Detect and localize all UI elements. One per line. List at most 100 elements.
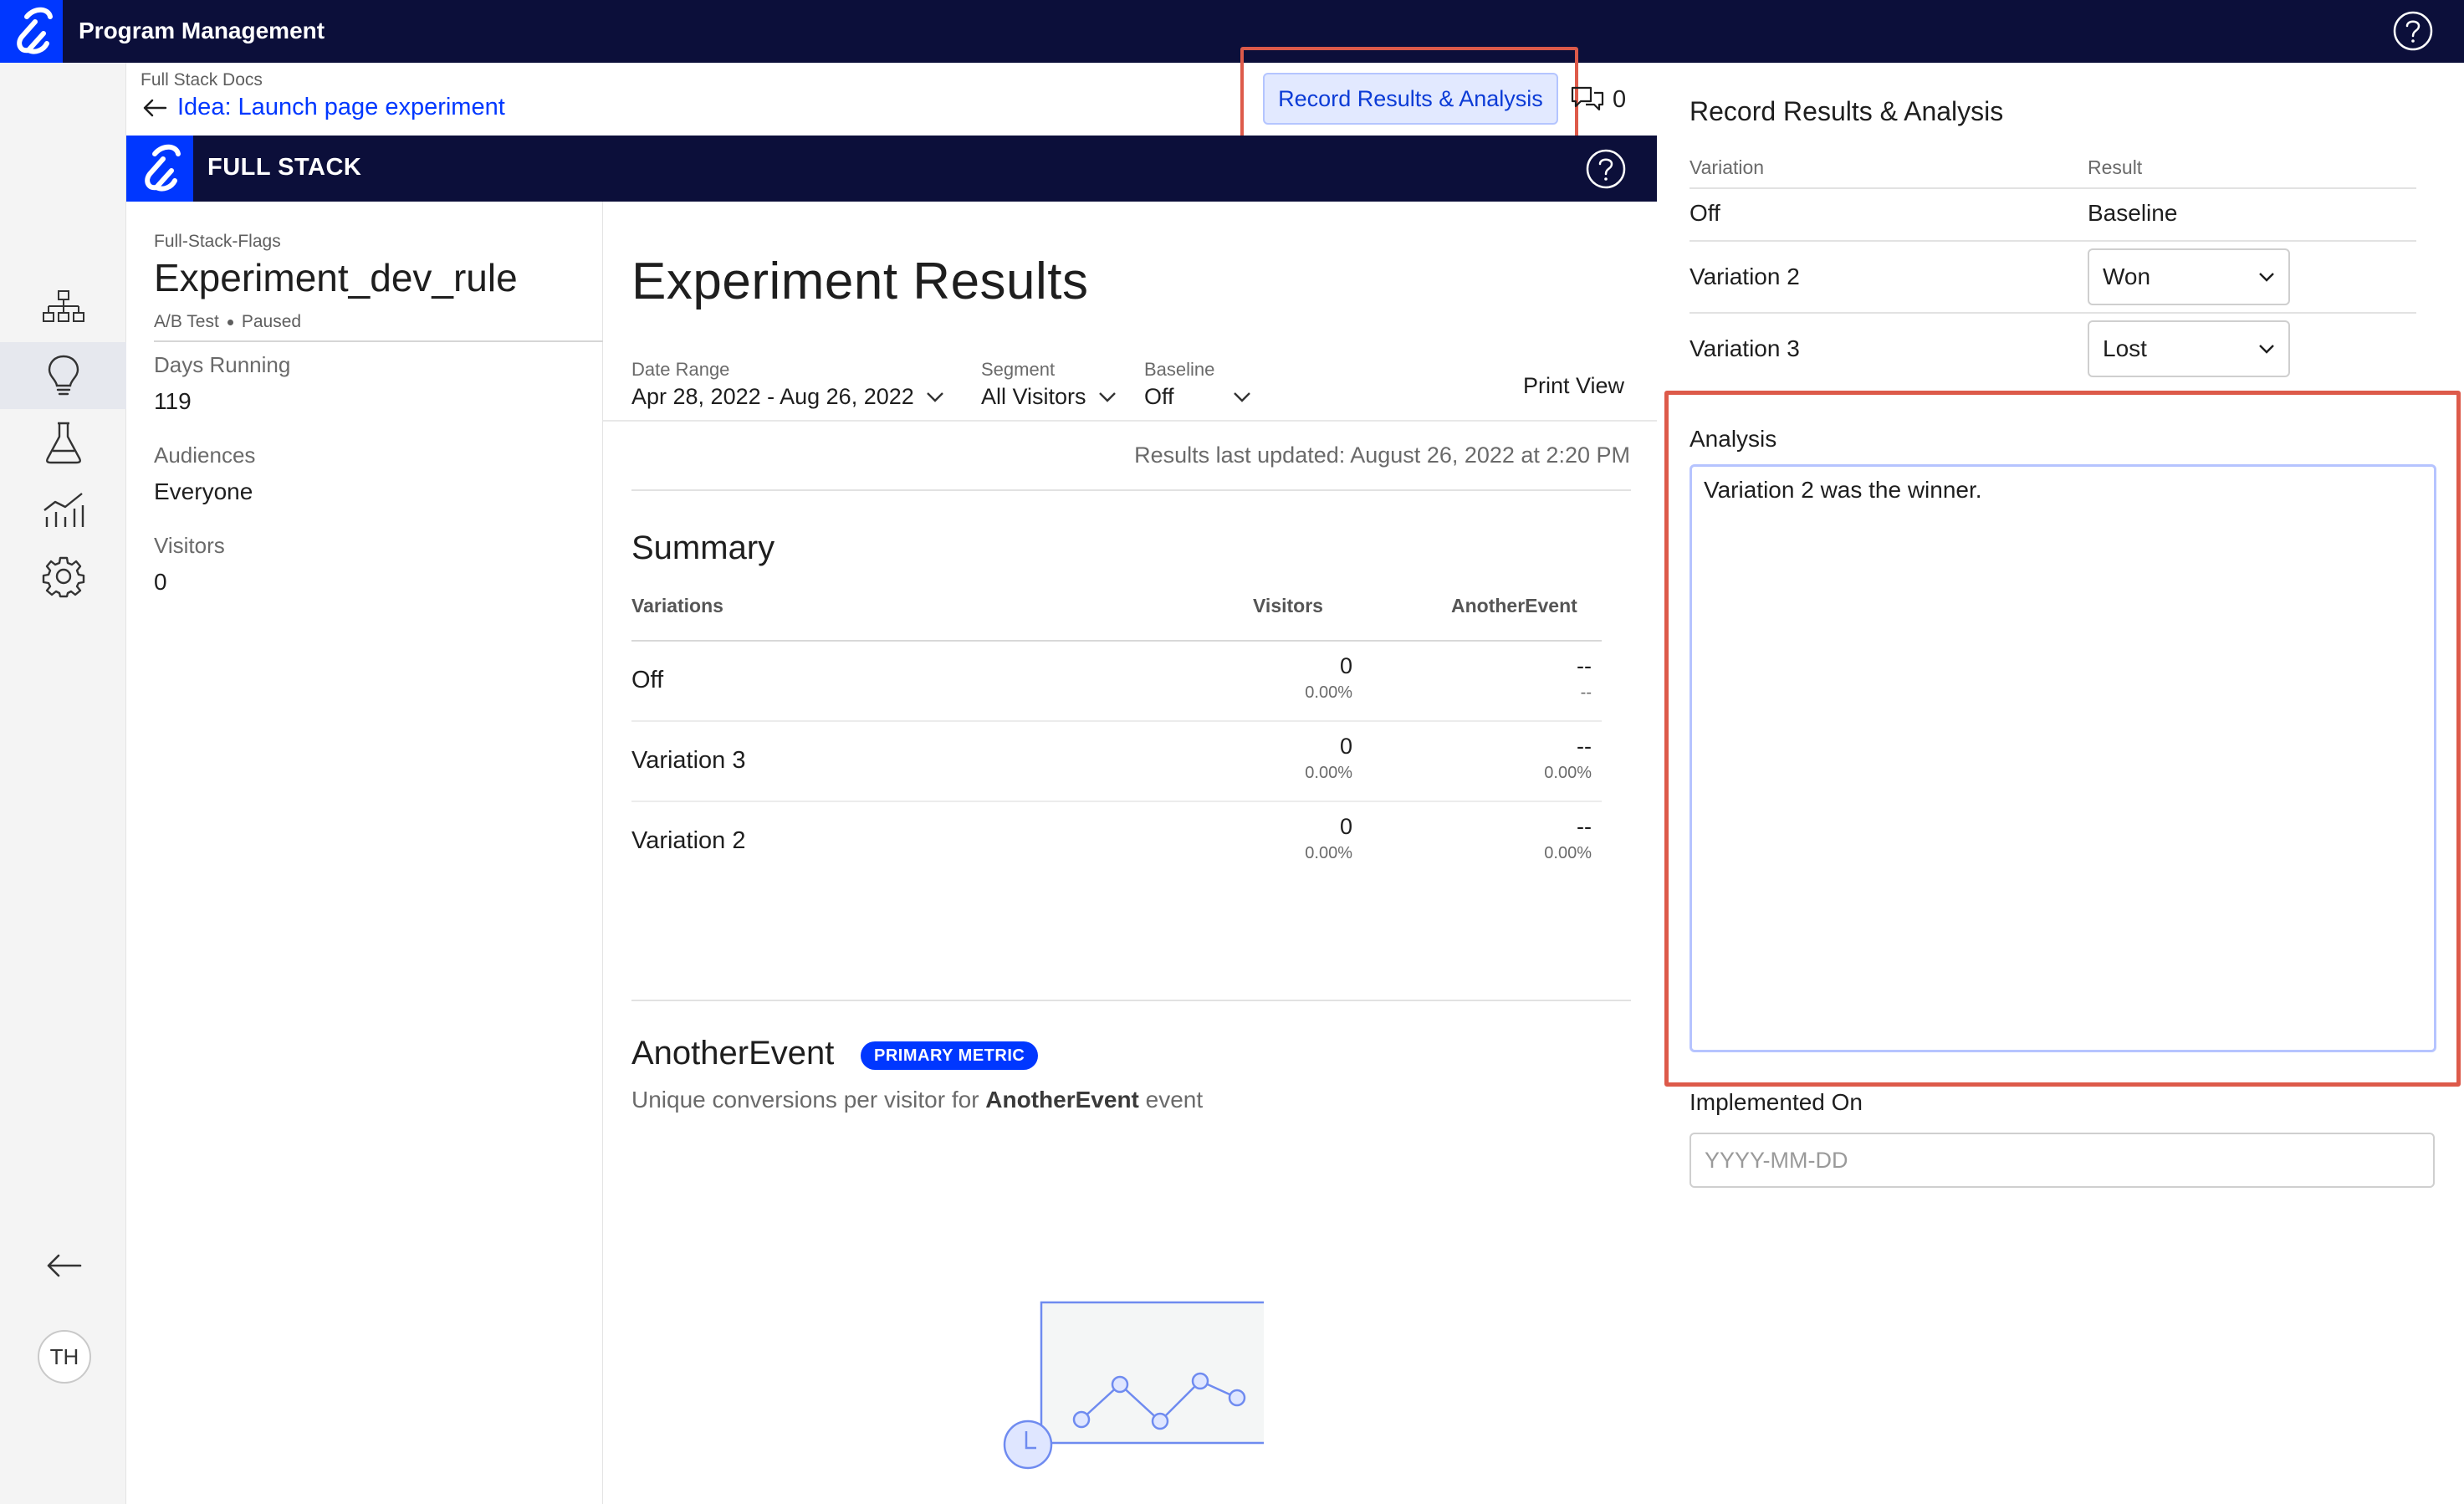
table-row: Variation 2 0 0.00% -- 0.00% <box>631 802 1602 882</box>
divider <box>154 340 603 342</box>
table-row: Off 0 0.00% -- -- <box>631 642 1602 722</box>
date-range-label: Date Range <box>631 359 730 380</box>
col-result: Result <box>2088 156 2143 178</box>
app-title: Program Management <box>79 18 325 43</box>
optimizely-logo[interactable] <box>0 0 63 63</box>
collapse-arrow-icon <box>47 1254 81 1277</box>
event-value: -- <box>1577 814 1592 839</box>
col-another-event: AnotherEvent <box>1451 595 1577 616</box>
divider <box>631 1000 1631 1001</box>
baseline-filter[interactable]: Baseline Off <box>1144 359 1251 410</box>
help-icon[interactable] <box>2392 10 2434 52</box>
baseline-result: Baseline <box>2088 200 2178 226</box>
segment-value[interactable]: All Visitors <box>981 384 1086 410</box>
experiment-results: Experiment Results Date Range Apr 28, 20… <box>603 202 1657 1504</box>
divider <box>603 420 1657 422</box>
audiences-value: Everyone <box>154 478 253 504</box>
divider <box>1690 240 2416 242</box>
empty-state-illustration <box>996 1297 1274 1474</box>
chevron-down-icon <box>1098 391 1116 402</box>
analytics-icon <box>43 493 84 527</box>
metric-desc-suffix: event <box>1138 1087 1204 1113</box>
logo-icon <box>145 144 181 192</box>
days-running-value: 119 <box>154 388 192 414</box>
visitors-count: 0 <box>1339 653 1352 678</box>
collapse-rail-button[interactable] <box>0 1232 126 1299</box>
page-title: Experiment Results <box>631 253 1089 310</box>
chevron-down-icon <box>2259 345 2274 354</box>
hierarchy-icon <box>42 290 84 322</box>
rule-status: Paused <box>241 312 302 331</box>
event-sub: -- <box>1580 683 1592 702</box>
lightbulb-icon <box>48 355 79 396</box>
breadcrumb-back-link[interactable]: Idea: Launch page experiment <box>142 94 505 121</box>
event-value: -- <box>1577 734 1592 759</box>
rule-type: A/B Test <box>154 312 219 331</box>
metric-desc-event: AnotherEvent <box>985 1087 1139 1113</box>
variation-name: Variation 3 <box>631 747 746 774</box>
visitors-pct: 0.00% <box>1305 764 1352 782</box>
comments-icon <box>1571 86 1604 111</box>
rule-meta: A/B Test Paused <box>154 312 301 332</box>
nav-program-icon[interactable] <box>0 275 126 342</box>
left-nav-rail: TH <box>0 63 126 1504</box>
event-value: -- <box>1577 653 1592 678</box>
divider <box>1690 187 2416 189</box>
help-icon[interactable] <box>1585 148 1627 190</box>
chevron-down-icon <box>926 391 943 402</box>
visitors-value: 0 <box>154 569 167 595</box>
segment-filter[interactable]: Segment All Visitors <box>981 359 1117 410</box>
full-stack-banner: FULL STACK <box>126 136 1657 202</box>
segment-label: Segment <box>981 359 1056 380</box>
implemented-on-input[interactable] <box>1690 1133 2435 1188</box>
visitors-count: 0 <box>1339 734 1352 759</box>
baseline-label: Baseline <box>1144 359 1215 380</box>
implemented-on-label: Implemented On <box>1690 1089 1863 1115</box>
summary-title: Summary <box>631 529 775 566</box>
primary-metric-badge: PRIMARY METRIC <box>861 1041 1039 1070</box>
divider <box>1690 312 2416 314</box>
nav-ideas-icon[interactable] <box>0 342 126 409</box>
metric-description: Unique conversions per visitor for Anoth… <box>631 1087 1203 1113</box>
baseline-value[interactable]: Off <box>1144 384 1174 410</box>
col-variations: Variations <box>631 595 723 616</box>
audiences-label: Audiences <box>154 443 256 468</box>
rule-info-panel: Full-Stack-Flags Experiment_dev_rule A/B… <box>126 202 603 1504</box>
record-results-button[interactable]: Record Results & Analysis <box>1263 73 1558 125</box>
visitors-label: Visitors <box>154 533 225 558</box>
record-results-panel: Record Results & Analysis Variation Resu… <box>1657 63 2464 1504</box>
summary-table: Variations Visitors AnotherEvent Off 0 0… <box>631 595 1602 882</box>
rule-name: Experiment_dev_rule <box>154 256 518 299</box>
visitors-pct: 0.00% <box>1305 683 1352 702</box>
date-range-value[interactable]: Apr 28, 2022 - Aug 26, 2022 <box>631 384 914 410</box>
col-variation: Variation <box>1690 156 1765 178</box>
project-name: Full-Stack-Flags <box>154 232 281 251</box>
nav-settings-icon[interactable] <box>0 543 126 610</box>
nav-reports-icon[interactable] <box>0 476 126 543</box>
summary-header-row: Variations Visitors AnotherEvent <box>631 595 1602 642</box>
result-select-variation-3[interactable]: Lost <box>2088 320 2290 377</box>
user-avatar[interactable]: TH <box>38 1330 91 1384</box>
analysis-label: Analysis <box>1690 426 1777 452</box>
result-select-variation-2[interactable]: Won <box>2088 248 2290 305</box>
select-value: Lost <box>2103 335 2147 361</box>
chevron-down-icon <box>1233 391 1250 402</box>
full-stack-logo <box>126 136 193 202</box>
comments-button[interactable]: 0 <box>1569 84 1626 115</box>
chevron-down-icon <box>2259 273 2274 282</box>
days-running-label: Days Running <box>154 352 291 377</box>
metric-title: AnotherEvent <box>631 1035 835 1072</box>
banner-title: FULL STACK <box>207 154 362 181</box>
analysis-textarea[interactable]: Variation 2 was the winner. <box>1690 464 2436 1052</box>
nav-experiments-icon[interactable] <box>0 409 126 476</box>
breadcrumb-link-label[interactable]: Idea: Launch page experiment <box>177 94 505 121</box>
variation-name: Off <box>631 667 664 693</box>
table-row: Variation 3 0 0.00% -- 0.00% <box>631 722 1602 802</box>
date-range-filter[interactable]: Date Range Apr 28, 2022 - Aug 26, 2022 <box>631 359 944 410</box>
metric-desc-prefix: Unique conversions per visitor for <box>631 1087 986 1113</box>
divider <box>631 489 1631 491</box>
breadcrumb-parent[interactable]: Full Stack Docs <box>141 70 263 90</box>
print-view-link[interactable]: Print View <box>1523 373 1624 399</box>
visitors-pct: 0.00% <box>1305 844 1352 862</box>
event-sub: 0.00% <box>1544 764 1592 782</box>
